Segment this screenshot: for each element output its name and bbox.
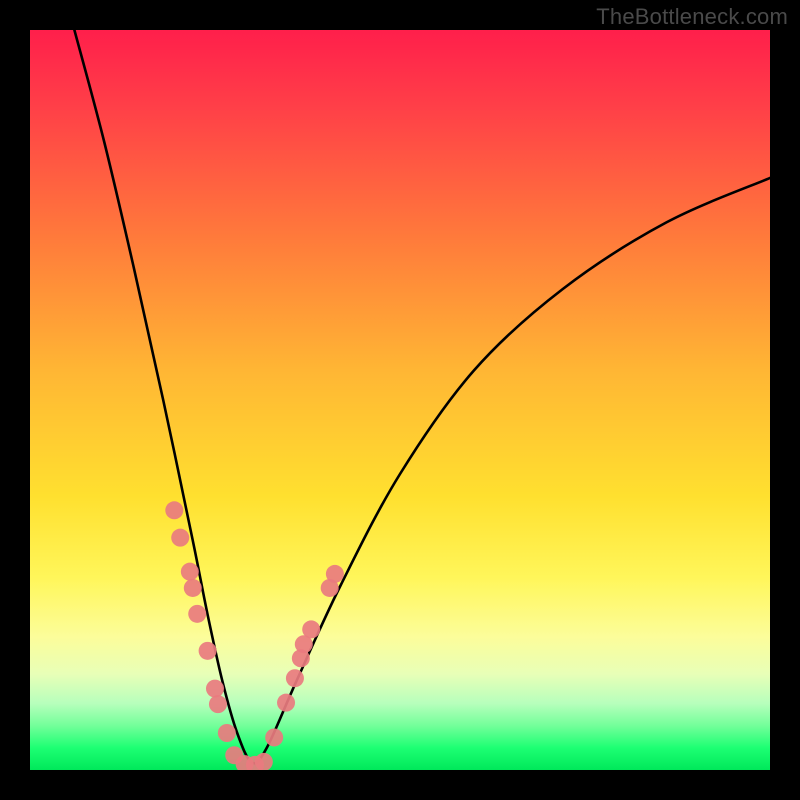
- marker-dot: [302, 620, 320, 638]
- marker-dot: [255, 753, 273, 770]
- marker-dot: [206, 680, 224, 698]
- marker-dot: [265, 728, 283, 746]
- curve-layer: [30, 30, 770, 770]
- marker-dot: [286, 669, 304, 687]
- marker-dot: [171, 529, 189, 547]
- watermark-text: TheBottleneck.com: [596, 4, 788, 30]
- marker-dot: [184, 579, 202, 597]
- marker-dot: [218, 724, 236, 742]
- marker-dot: [326, 565, 344, 583]
- marker-dot: [165, 501, 183, 519]
- marker-dot: [199, 642, 217, 660]
- marker-dot: [209, 695, 227, 713]
- bottleneck-curve: [74, 30, 770, 763]
- chart-frame: TheBottleneck.com: [0, 0, 800, 800]
- marker-dot: [181, 563, 199, 581]
- plot-area: [30, 30, 770, 770]
- marker-dot: [188, 605, 206, 623]
- marker-dot: [277, 694, 295, 712]
